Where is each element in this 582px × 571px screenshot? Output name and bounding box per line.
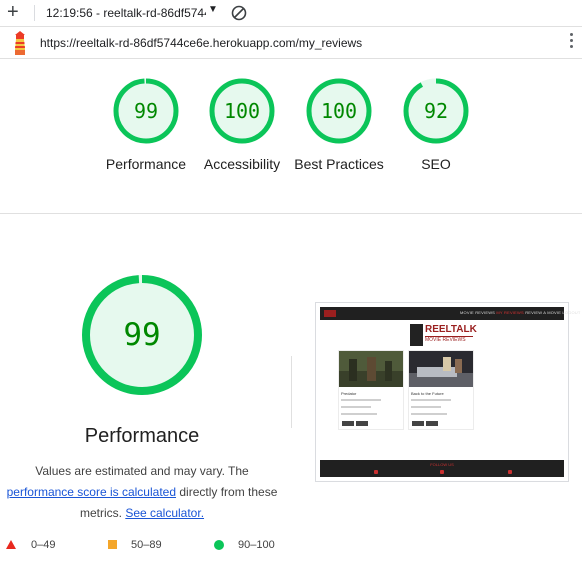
thumb-logo-sub: MOVIE REVIEWS <box>425 336 473 343</box>
lighthouse-logo-icon <box>15 31 25 55</box>
twitter-icon <box>440 470 444 474</box>
gauge-ring: 92 <box>403 78 469 144</box>
thumb-menu-item: MOVIE REVIEWS <box>460 310 496 315</box>
thumb-text-line <box>341 399 381 401</box>
thumb-footer-text: FOLLOW US <box>430 462 454 467</box>
gauge-score: 100 <box>223 99 261 123</box>
thumb-card-title: Predator <box>341 391 357 396</box>
clear-icon[interactable] <box>230 4 248 22</box>
thumb-delete-button <box>356 421 368 426</box>
instagram-icon <box>508 470 512 474</box>
gauge-score: 100 <box>320 99 358 123</box>
gauge-score: 92 <box>423 99 449 123</box>
performance-gauge[interactable]: 99 <box>80 273 204 397</box>
thumb-text-line <box>341 406 371 408</box>
gauge-ring: 99 <box>113 78 179 144</box>
gauge-score: 99 <box>133 99 159 123</box>
category-gauge-seo[interactable]: 92 SEO <box>386 78 486 174</box>
gauge-label: SEO <box>421 156 451 172</box>
thumb-edit-button <box>412 421 424 426</box>
devtools-toolbar: + 12:19:56 - reeltalk-rd-86df5744 ▼ <box>0 0 582 27</box>
report-url[interactable]: https://reeltalk-rd-86df5744ce6e.herokua… <box>40 36 362 50</box>
thumb-text-line <box>411 399 451 401</box>
facebook-icon <box>374 470 378 474</box>
report-url-bar: https://reeltalk-rd-86df5744ce6e.herokua… <box>0 27 582 59</box>
thumb-menu: MOVIE REVIEWS MY REVIEWS REVIEW A MOVIE … <box>460 310 581 315</box>
chevron-down-icon[interactable]: ▼ <box>208 4 218 15</box>
gauge-ring: 100 <box>209 78 275 144</box>
thumb-review-card: Predator <box>338 350 404 430</box>
legend-label: 50–89 <box>131 539 162 551</box>
note-text-1: Values are estimated and may vary. The <box>35 464 249 478</box>
gauge-label: Best Practices <box>294 156 384 172</box>
thumb-logo: REELTALK MOVIE REVIEWS <box>410 324 477 346</box>
movie-poster-image <box>339 351 403 387</box>
category-gauge-accessibility[interactable]: 100 Accessibility <box>192 78 292 174</box>
legend-label: 90–100 <box>238 539 275 551</box>
gauge-ring: 100 <box>306 78 372 144</box>
see-calculator-link[interactable]: See calculator. <box>125 506 204 520</box>
thumb-brand <box>324 310 336 317</box>
section-divider <box>0 213 582 214</box>
thumb-text-line <box>341 413 377 415</box>
report-selector[interactable]: 12:19:56 - reeltalk-rd-86df5744 <box>46 6 206 20</box>
thumb-text-line <box>411 406 441 408</box>
thumb-menu-item: REVIEW A MOVIE LOGOUT <box>525 310 581 315</box>
final-screenshot[interactable]: MOVIE REVIEWS MY REVIEWS REVIEW A MOVIE … <box>315 302 580 482</box>
legend-label: 0–49 <box>31 539 56 551</box>
category-gauge-best-practices[interactable]: 100 Best Practices <box>289 78 389 174</box>
thumb-review-card: Back to the Future <box>408 350 474 430</box>
toolbar-divider <box>34 5 35 21</box>
average-square-icon <box>108 540 117 549</box>
thumb-card-title: Back to the Future <box>411 391 444 396</box>
thumb-logo-text: REELTALK <box>425 324 477 335</box>
thumb-delete-button <box>426 421 438 426</box>
thumb-navbar: MOVIE REVIEWS MY REVIEWS REVIEW A MOVIE … <box>320 307 580 320</box>
gauge-label: Performance <box>105 156 187 172</box>
thumb-text-line <box>411 413 447 415</box>
new-report-button[interactable]: + <box>7 2 19 22</box>
performance-score: 99 <box>123 317 161 353</box>
vertical-divider <box>291 356 292 428</box>
thumb-edit-button <box>342 421 354 426</box>
category-gauge-performance[interactable]: 99 Performance <box>96 78 196 174</box>
gauge-label: Accessibility <box>203 156 281 172</box>
more-options-icon[interactable] <box>570 33 574 53</box>
thumb-footer: FOLLOW US <box>320 460 564 477</box>
film-strip-icon <box>410 324 423 346</box>
performance-title: Performance <box>84 425 200 447</box>
thumb-menu-item-active: MY REVIEWS <box>496 310 524 315</box>
performance-note: Values are estimated and may vary. The p… <box>0 461 284 524</box>
movie-poster-image <box>409 351 473 387</box>
fail-triangle-icon <box>6 540 16 549</box>
score-calculation-link[interactable]: performance score is calculated <box>7 485 176 499</box>
pass-circle-icon <box>214 540 224 550</box>
